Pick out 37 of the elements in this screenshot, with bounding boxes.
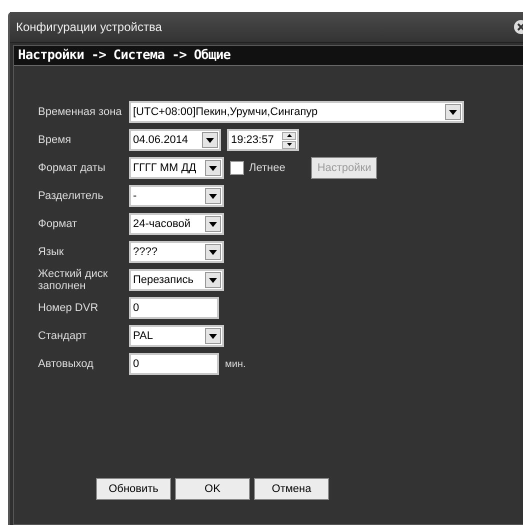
dropdown-arrow-icon xyxy=(209,222,217,226)
field-label: Жесткий диск заполнен xyxy=(38,268,109,292)
window-title: Конфигурации устройства xyxy=(16,20,162,34)
dropdown[interactable]: ???? xyxy=(129,241,224,263)
field-label: Формат xyxy=(38,218,78,230)
dropdown-arrow-icon xyxy=(209,334,217,338)
field-label: Автовыход xyxy=(38,358,94,370)
field-label: Формат даты xyxy=(38,162,106,174)
input-field[interactable]: 0 xyxy=(129,297,219,319)
field-label: Номер DVR xyxy=(38,302,100,314)
dialog-button[interactable]: OK xyxy=(175,478,250,500)
dropdown-arrow-icon xyxy=(209,278,217,282)
input-field[interactable]: 0 xyxy=(129,353,219,375)
dropdown[interactable]: ГГГГ ММ ДД xyxy=(129,157,224,179)
unit-label: мин. xyxy=(225,358,246,370)
breadcrumb: Настройки -> Система -> Общие xyxy=(14,46,523,66)
field-label: Стандарт xyxy=(38,330,88,342)
dropdown[interactable]: - xyxy=(129,185,224,207)
dropdown-arrow-icon xyxy=(209,194,217,198)
field-label: Временная зона xyxy=(38,106,123,118)
dropdown-arrow-icon xyxy=(209,250,217,254)
checkbox-label: Летнее xyxy=(249,162,286,174)
checkbox[interactable] xyxy=(230,161,244,175)
dropdown[interactable]: [UTC+08:00]Пекин,Урумчи,Сингапур xyxy=(129,101,464,123)
dropdown[interactable]: 24-часовой xyxy=(129,213,224,235)
time-spinner[interactable]: 19:23:57 xyxy=(227,129,299,151)
field-label: Разделитель xyxy=(38,190,104,202)
dialog-button[interactable]: Отмена xyxy=(254,478,329,500)
dropdown-arrow-icon xyxy=(449,110,457,114)
field-label: Время xyxy=(38,134,72,146)
dropdown-arrow-icon xyxy=(209,166,217,170)
dialog-button[interactable]: Обновить xyxy=(96,478,171,500)
dropdown[interactable]: Перезапись xyxy=(129,269,224,291)
dropdown[interactable]: 04.06.2014 xyxy=(129,129,221,151)
dropdown-arrow-icon xyxy=(206,138,214,142)
dropdown[interactable]: PAL xyxy=(129,325,224,347)
field-label: Язык xyxy=(38,246,65,258)
